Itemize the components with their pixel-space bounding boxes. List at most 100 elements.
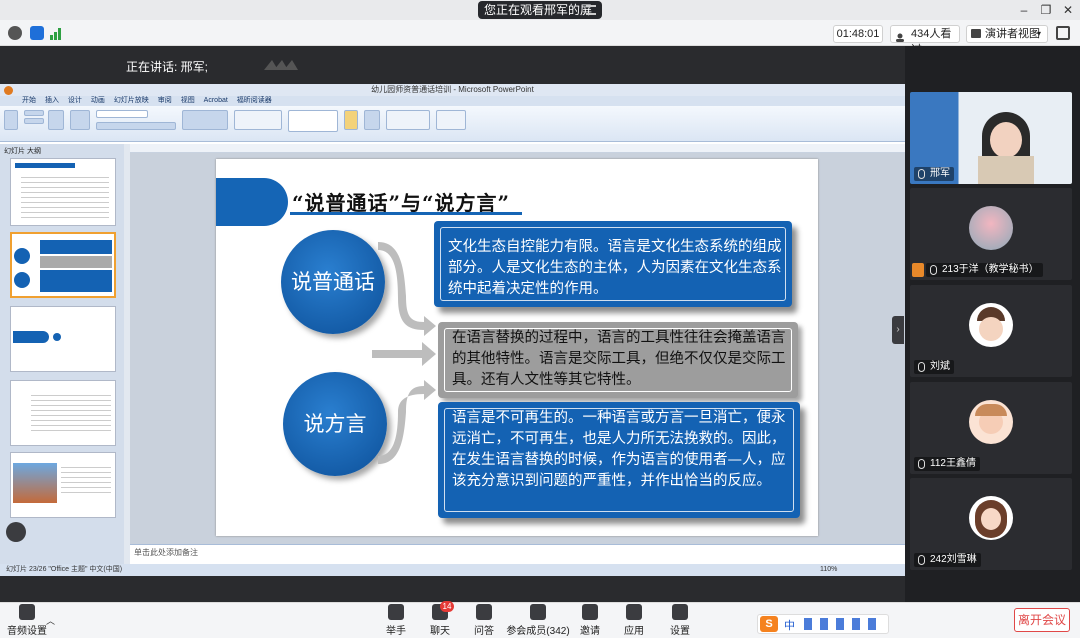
ribbon-tab[interactable]: 开始 xyxy=(22,97,36,104)
zoom-level[interactable]: 110% xyxy=(820,564,837,576)
ime-tool-icons[interactable] xyxy=(804,618,884,630)
ppt-ruler xyxy=(130,144,905,153)
people-icon xyxy=(895,29,905,42)
paste-button[interactable] xyxy=(4,110,18,130)
font-format-buttons[interactable] xyxy=(96,122,176,130)
text-box-ecology: 文化生态自控能力有限。语言是文化生态系统的组成部分。人是文化生态的主体，人为因素… xyxy=(434,221,792,307)
slide-thumbnail[interactable] xyxy=(10,306,116,372)
ribbon-tab[interactable]: 审阅 xyxy=(158,97,172,104)
new-slide-button[interactable] xyxy=(48,110,64,130)
participant-name: 242刘雪琳 xyxy=(914,553,981,567)
restore-icon[interactable]: ❐ xyxy=(1038,2,1054,18)
shield-icon[interactable] xyxy=(30,26,44,40)
mic-icon xyxy=(918,459,925,469)
arrows-graphic xyxy=(372,242,436,464)
cut-button[interactable] xyxy=(24,110,44,116)
office-button-icon[interactable] xyxy=(4,86,13,95)
slide-thumbnail-selected[interactable] xyxy=(10,232,116,298)
chat-unread-badge: 14 xyxy=(440,601,454,612)
ppt-ribbon-tabs: 开始 插入 设计 动画 幻灯片放映 审阅 视图 Acrobat 福昕阅读器 xyxy=(0,96,905,106)
participant-name: 213于洋（教学秘书） xyxy=(926,263,1043,277)
shapes-gallery[interactable] xyxy=(288,110,338,132)
info-icon[interactable] xyxy=(8,26,22,40)
speaker-icon xyxy=(19,604,35,620)
ecology-text: 文化生态自控能力有限。语言是文化生态系统的组成部分。人是文化生态的主体，人为因素… xyxy=(448,239,782,297)
slide-thumbnail[interactable] xyxy=(10,452,116,518)
sogou-icon: S xyxy=(760,616,778,632)
participant-tile[interactable]: 242刘雪琳 xyxy=(910,478,1072,570)
slide-thumbnail[interactable] xyxy=(10,158,116,226)
ime-mode[interactable]: 中 xyxy=(784,617,795,633)
question-icon xyxy=(476,604,492,620)
collapse-panel-button[interactable]: › xyxy=(892,316,904,344)
hand-icon xyxy=(388,604,404,620)
notes-pane[interactable]: 单击此处添加备注 xyxy=(130,544,905,564)
status-text: 幻灯片 23/26 "Office 主题" 中文(中国) xyxy=(6,566,123,573)
text-direction-buttons[interactable] xyxy=(234,110,282,130)
raise-hand-button[interactable]: 举手 xyxy=(372,604,420,637)
speaking-logo-icon xyxy=(262,58,298,72)
avatar xyxy=(969,496,1013,540)
apps-button[interactable]: 应用 xyxy=(610,604,658,637)
mic-icon xyxy=(918,362,925,372)
avatar xyxy=(969,303,1013,347)
participant-tile[interactable]: 刘斌 xyxy=(910,285,1072,377)
participant-tile[interactable]: 邢军 xyxy=(910,92,1072,184)
text-box-tool: 在语言替换的过程中，语言的工具性往往会掩盖语言的其他特性。语言是交际工具，但绝不… xyxy=(438,322,798,398)
avatar xyxy=(969,206,1013,250)
participant-tile[interactable]: 213于洋（教学秘书） xyxy=(910,188,1072,280)
speaking-indicator: 正在讲话: 邢军; xyxy=(126,60,209,74)
chevron-up-icon[interactable]: ︿ xyxy=(46,614,55,627)
ribbon-tab[interactable]: 幻灯片放映 xyxy=(114,97,149,104)
mic-icon xyxy=(918,169,925,179)
slides-outline-tabs[interactable]: 幻灯片 大纲 xyxy=(4,146,44,156)
tool-text: 在语言替换的过程中，语言的工具性往往会掩盖语言的其他特性。语言是交际工具，但绝不… xyxy=(452,330,786,388)
title-underline xyxy=(290,212,522,215)
chevron-down-icon: ▾ xyxy=(1036,29,1041,38)
apps-icon xyxy=(626,604,642,620)
mic-icon xyxy=(930,265,937,275)
participant-name: 邢军 xyxy=(914,167,954,181)
ribbon-tab[interactable]: 视图 xyxy=(181,97,195,104)
audio-settings-button[interactable]: 音频设置 xyxy=(4,604,50,637)
mic-icon xyxy=(918,555,925,565)
ppt-window-title: 幼儿园师资普通话培训 - Microsoft PowerPoint xyxy=(0,84,905,96)
paragraph-buttons[interactable] xyxy=(182,110,228,130)
ime-toolbar[interactable]: S 中 xyxy=(757,614,889,634)
ribbon-tab[interactable]: 设计 xyxy=(68,97,82,104)
ribbon-tab[interactable]: 福昕阅读器 xyxy=(237,97,272,104)
copy-button[interactable] xyxy=(24,118,44,124)
font-select[interactable] xyxy=(96,110,148,118)
close-icon[interactable]: ✕ xyxy=(1060,2,1076,18)
irreversible-text: 语言是不可再生的。一种语言或方言一旦消亡，便永远消亡，不可再生，也是人力所无法挽… xyxy=(452,410,786,489)
find-replace-buttons[interactable] xyxy=(436,110,466,130)
settings-button[interactable]: 设置 xyxy=(656,604,704,637)
presenter-view-icon xyxy=(971,29,981,38)
avatar xyxy=(969,400,1013,444)
quick-styles-button[interactable] xyxy=(364,110,380,130)
signal-icon[interactable] xyxy=(50,27,62,40)
members-button[interactable]: 参会成员(342) xyxy=(506,604,570,637)
invite-button[interactable]: 邀请 xyxy=(566,604,614,637)
participant-name: 刘斌 xyxy=(914,360,954,374)
participant-tile[interactable]: 112王鑫倩 xyxy=(910,382,1072,474)
menu-icon[interactable] xyxy=(586,5,596,15)
fullscreen-icon[interactable] xyxy=(1056,26,1070,40)
slide-thumbnail[interactable] xyxy=(10,380,116,446)
members-icon xyxy=(530,604,546,620)
ribbon-tab[interactable]: 插入 xyxy=(45,97,59,104)
qa-button[interactable]: 问答 xyxy=(460,604,508,637)
watching-banner[interactable]: 您正在观看邢军的屏幕 xyxy=(478,1,602,35)
arrange-button[interactable] xyxy=(344,110,358,130)
ppt-ribbon xyxy=(0,106,905,142)
invite-icon xyxy=(582,604,598,620)
layout-button[interactable] xyxy=(70,110,90,130)
leave-meeting-button[interactable]: 离开会议 xyxy=(1014,608,1070,632)
minimize-icon[interactable]: – xyxy=(1016,2,1032,18)
ribbon-tab[interactable]: Acrobat xyxy=(204,97,228,104)
ribbon-tab[interactable]: 动画 xyxy=(91,97,105,104)
host-icon xyxy=(912,263,924,277)
panel-menu-icon[interactable] xyxy=(6,522,26,542)
shape-fill-buttons[interactable] xyxy=(386,110,430,130)
text-box-irreversible: 语言是不可再生的。一种语言或方言一旦消亡，便永远消亡，不可再生，也是人力所无法挽… xyxy=(438,402,800,518)
